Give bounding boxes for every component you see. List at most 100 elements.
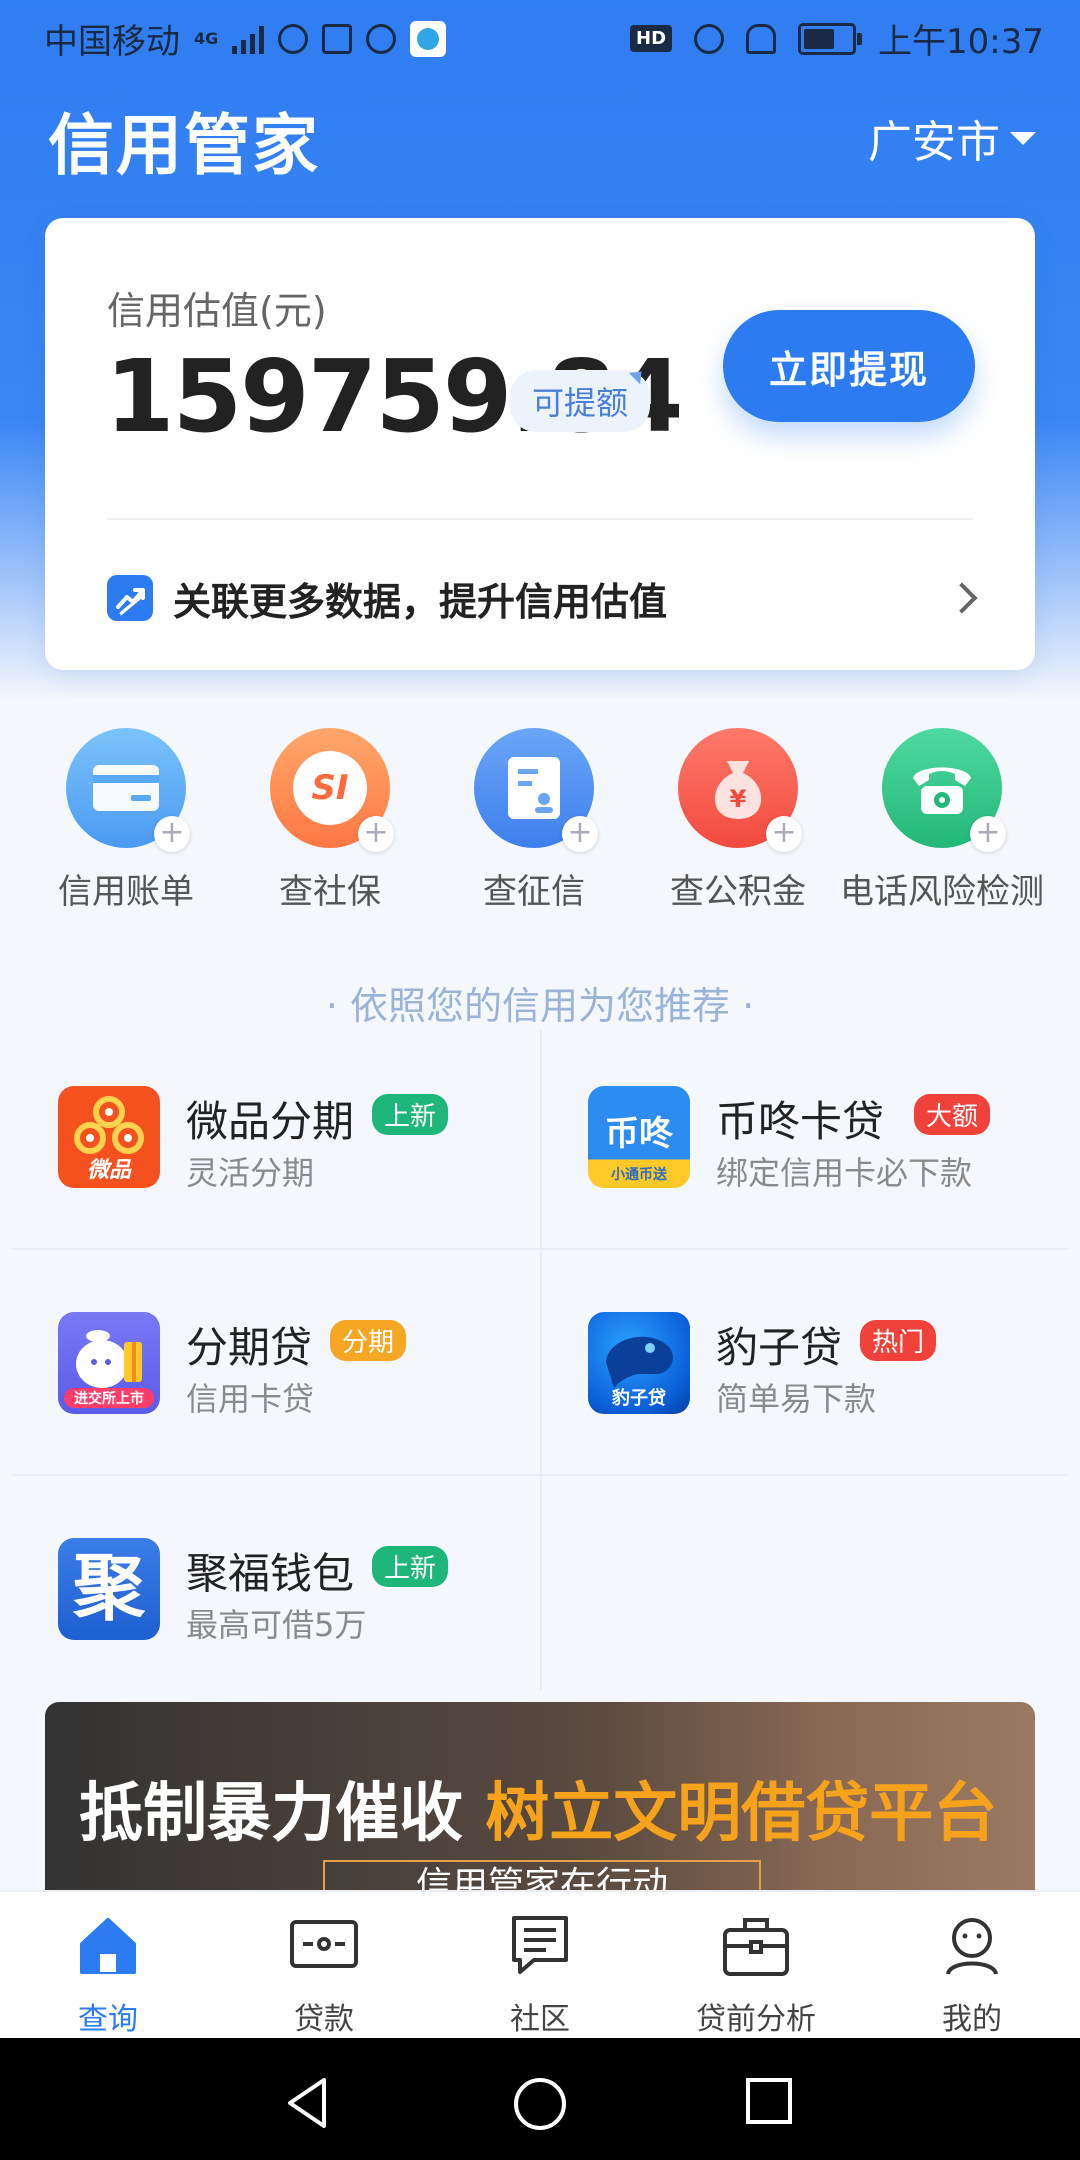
product-card-bidong[interactable]: 币咚 小通币送 币咚卡贷 大额 绑定信用卡必下款 [542,1030,1070,1256]
product-card-jufu[interactable]: 聚 聚福钱包 上新 最高可借5万 [12,1482,540,1708]
product-desc: 最高可借5万 [186,1606,367,1644]
bidong-logo-text: 币咚 [605,1114,673,1154]
hotspot-icon [278,23,309,54]
profile-icon [946,1918,998,1975]
carrier-label: 中国移动 [44,22,180,62]
system-nav-bar [0,2038,1080,2160]
briefcase-icon [723,1918,789,1976]
product-name: 分期贷 [186,1323,313,1372]
alarm-icon [694,23,725,54]
app-title: 信用管家 [48,107,320,184]
tool-credit-bill[interactable]: + 信用账单 [24,728,228,913]
nav-tab-query[interactable]: 查询 [0,1892,216,2040]
fenqidai-logo-text: 进交所上市 [64,1388,154,1408]
banner-subtitle: 信用管家在行动 [323,1860,761,1892]
nav-label: 贷款 [294,2002,354,2037]
fenqidai-logo: 进交所上市 [58,1312,160,1414]
jufu-logo-text: 聚 [72,1546,145,1630]
product-desc: 简单易下款 [716,1380,877,1418]
community-icon [512,1916,568,1974]
bottom-nav: 查询 贷款 社区 贷前分析 我的 [0,1890,1080,2040]
promo-banner[interactable]: 抵制暴力催收 树立文明借贷平台 信用管家在行动 [45,1702,1035,1892]
credit-value-card: 信用估值(元) 159759.84 可提额 立即提现 关联更多数据，提升信用估值 [45,218,1035,670]
home-icon [80,1918,136,1974]
hd-icon: HD [630,25,673,52]
product-name: 微品分期 [186,1097,355,1146]
trend-chart-icon [107,575,153,621]
product-desc: 信用卡贷 [186,1380,315,1418]
chevron-right-icon [946,582,978,614]
banner-headline-white: 抵制暴力催收 [79,1777,486,1851]
tool-social-security[interactable]: SI + 查社保 [228,728,432,913]
baozidai-logo: 豹子贷 [588,1312,690,1414]
quick-tools: + 信用账单 SI + 查社保 + 查征信 ¥ + 查公积金 + 电话风险检测 [0,728,1080,928]
social-security-icon: SI + [270,728,394,852]
card-divider [107,518,973,520]
nav-label: 我的 [942,2002,1002,2037]
battery-icon [798,22,863,55]
bidong-logo-subtext: 小通币送 [611,1167,667,1183]
banner-headline: 抵制暴力催收 树立文明借贷平台 [79,1762,997,1854]
recommend-section-title: · 依照您的信用为您推荐 · [325,984,755,1028]
product-name: 聚福钱包 [186,1549,355,1598]
product-desc: 灵活分期 [186,1154,315,1192]
nav-tab-analysis[interactable]: 贷前分析 [648,1892,864,2040]
nav-tab-mine[interactable]: 我的 [864,1892,1080,2040]
credit-card-icon: + [66,728,190,852]
network-type: 4G [194,28,219,48]
product-badge: 分期 [330,1320,407,1361]
link-more-data-text: 关联更多数据，提升信用估值 [173,579,668,624]
clock-time: 上午10:37 [878,22,1044,62]
credit-value-label: 信用估值(元) [107,289,327,333]
money-bag-icon: ¥ + [678,728,802,852]
product-badge: 上新 [372,1094,449,1135]
city-selector[interactable]: 广安市 [868,106,1036,170]
tool-label: 查征信 [483,872,585,912]
loan-card-icon [290,1920,358,1968]
notification-app-icon [410,20,447,57]
block-icon [366,23,397,54]
product-name: 币咚卡贷 [716,1097,885,1146]
banner-headline-orange: 树立文明借贷平台 [485,1777,998,1851]
nav-tab-loan[interactable]: 贷款 [216,1892,432,2040]
status-bar: 中国移动 4G HD 上午10:37 [0,0,1080,72]
bidong-logo: 币咚 小通币送 [588,1086,690,1188]
product-desc: 绑定信用卡必下款 [716,1154,973,1192]
social-security-text: SI [293,751,367,825]
city-label: 广安市 [868,117,1000,168]
tool-credit-report[interactable]: + 查征信 [432,728,636,913]
nav-label: 社区 [510,2002,570,2037]
tool-label: 信用账单 [58,872,194,912]
product-card-weipin[interactable]: 微品 微品分期 上新 灵活分期 [12,1030,540,1256]
mute-bell-icon [746,23,777,54]
nav-label: 查询 [78,2002,138,2037]
product-card-fenqidai[interactable]: 进交所上市 分期贷 分期 信用卡贷 [12,1256,540,1482]
credit-report-icon: + [474,728,598,852]
tool-housing-fund[interactable]: ¥ + 查公积金 [636,728,840,913]
home-button-icon[interactable] [512,2076,568,2132]
tool-phone-risk[interactable]: + 电话风险检测 [840,728,1044,913]
product-badge: 上新 [372,1546,449,1587]
tool-label: 查社保 [279,872,381,912]
product-badge: 大额 [914,1094,991,1135]
chevron-down-icon [1010,131,1036,145]
tool-label: 查公积金 [670,872,806,912]
back-icon[interactable] [282,2076,332,2130]
link-more-data-row[interactable]: 关联更多数据，提升信用估值 [107,568,978,628]
jufu-logo: 聚 [58,1538,160,1640]
product-badge: 热门 [860,1320,937,1361]
telephone-icon: + [882,728,1006,852]
nav-tab-community[interactable]: 社区 [432,1892,648,2040]
withdrawable-tag: 可提额 [510,370,651,432]
nav-label: 贷前分析 [696,2002,816,2037]
recent-apps-icon[interactable] [744,2076,794,2126]
svg-text:¥: ¥ [730,785,747,813]
product-card-baozidai[interactable]: 豹子贷 豹子贷 热门 简单易下款 [542,1256,1070,1482]
weipin-logo-text: 微品 [86,1158,131,1183]
missed-call-icon [322,23,353,54]
tool-label: 电话风险检测 [840,872,1044,912]
withdraw-now-button[interactable]: 立即提现 [723,310,975,422]
product-name: 豹子贷 [716,1323,843,1372]
weipin-logo: 微品 [58,1086,160,1188]
baozidai-logo-text: 豹子贷 [612,1388,666,1409]
